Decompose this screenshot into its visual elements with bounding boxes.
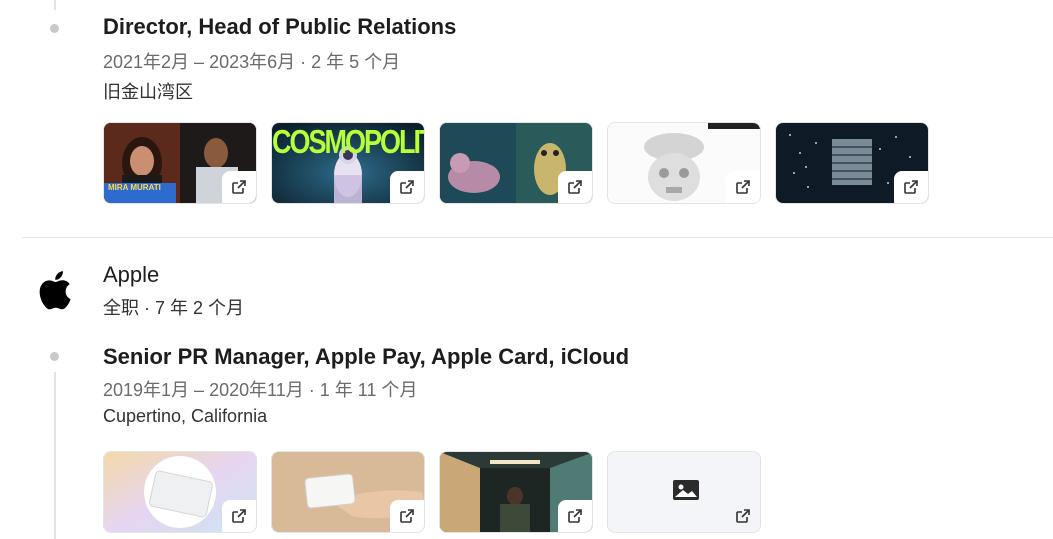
apple-logo-icon[interactable] [36,268,72,312]
external-link-icon[interactable] [390,171,424,203]
external-link-icon[interactable] [222,500,256,532]
timeline-dot [50,24,59,33]
thumbnail-caption: COSMOPOLITAN [272,123,424,161]
media-thumbnail[interactable] [103,451,257,533]
position-dates: 2019年1月 – 2020年11月 · 1 年 11 个月 [103,380,418,400]
timeline-line-bottom [54,372,56,539]
media-thumbnail[interactable] [439,451,593,533]
position-dates: 2021年2月 – 2023年6月 · 2 年 5 个月 [103,52,401,72]
section-divider [22,237,1053,238]
position-location: 旧金山湾区 [103,82,193,102]
timeline-line-top [54,0,56,10]
external-link-icon[interactable] [558,171,592,203]
external-link-icon[interactable] [390,500,424,532]
external-link-icon[interactable] [726,500,760,532]
media-thumbnail[interactable] [607,122,761,204]
external-link-icon[interactable] [222,171,256,203]
media-thumbnail[interactable] [775,122,929,204]
employment-summary: 全职 · 7 年 2 个月 [103,298,245,318]
company-name[interactable]: Apple [103,262,159,288]
media-thumbnail[interactable]: MIRA MURATI [103,122,257,204]
media-thumbnail[interactable] [439,122,593,204]
position-title[interactable]: Senior PR Manager, Apple Pay, Apple Card… [103,344,629,370]
media-thumbnails [103,451,761,533]
external-link-icon[interactable] [894,171,928,203]
position-title[interactable]: Director, Head of Public Relations [103,14,456,40]
image-icon [673,480,699,500]
media-thumbnail[interactable]: COSMOPOLITAN [271,122,425,204]
timeline-dot [50,352,59,361]
external-link-icon[interactable] [558,500,592,532]
thumbnail-caption: MIRA MURATI [108,183,161,192]
media-thumbnail[interactable] [271,451,425,533]
external-link-icon[interactable] [726,171,760,203]
media-thumbnail[interactable] [607,451,761,533]
position-location: Cupertino, California [103,406,268,426]
media-thumbnails: MIRA MURATI COSMOPOLITAN [103,122,929,204]
